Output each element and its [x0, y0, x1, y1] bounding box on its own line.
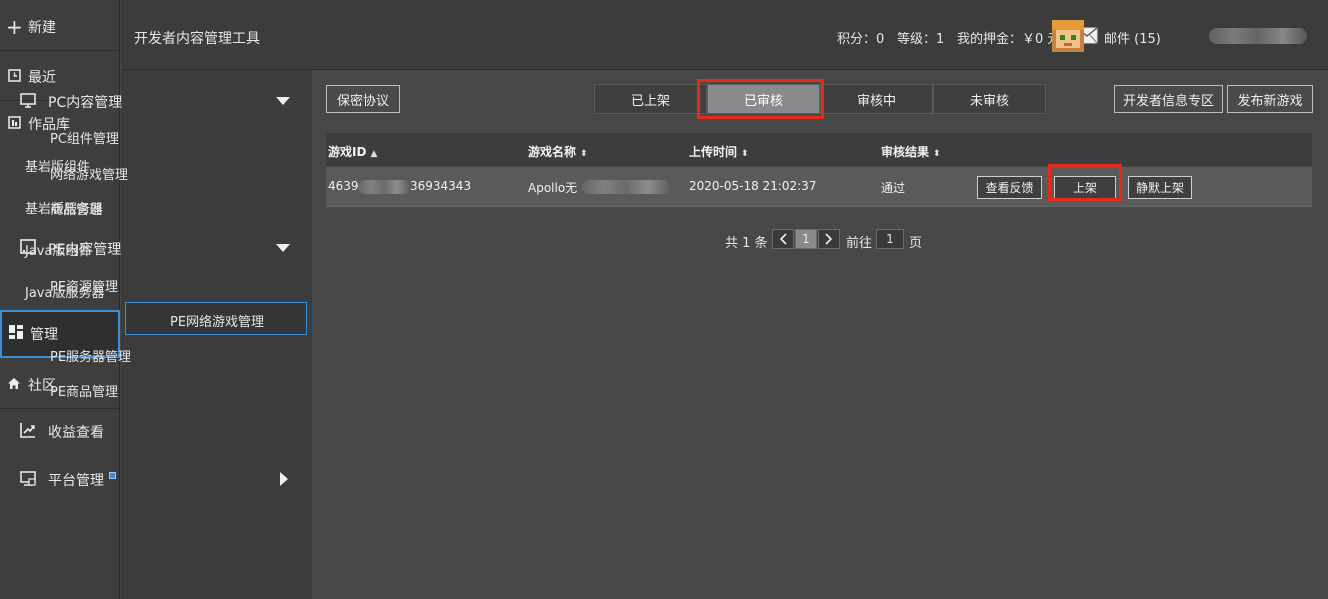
rail-new[interactable]: + 新建 [0, 14, 120, 40]
sort-icon: ⬍ [933, 149, 941, 159]
nav-platform-label: 平台管理 [48, 473, 104, 489]
sort-asc-icon: ▲ [370, 149, 378, 159]
tab-approved[interactable]: 已审核 [707, 84, 820, 114]
rail-recent-label: 最近 [28, 70, 56, 86]
nav-group-pe[interactable]: PE内容管理 [20, 239, 121, 259]
page-number-current[interactable]: 1 [795, 229, 817, 249]
cell-upload-time: 2020-05-18 21:02:37 [689, 179, 817, 193]
deposit-label: 我的押金：￥0 元 [957, 32, 1061, 47]
chevron-right-icon[interactable] [280, 472, 288, 486]
cell-game-name: Apollo无 [528, 181, 578, 195]
divider [0, 408, 120, 409]
list-button[interactable]: 上架 [1054, 176, 1116, 199]
nav-platform[interactable]: 平台管理 [20, 470, 116, 490]
chevron-left-icon [779, 233, 787, 245]
cell-review-result: 通过 [881, 181, 906, 195]
nav-pc-component[interactable]: PC组件管理 [50, 128, 119, 147]
points-label: 积分：0 [837, 32, 885, 47]
chevron-down-icon[interactable] [276, 244, 290, 252]
col-upload-time[interactable]: 上传时间 ⬍ [689, 143, 749, 160]
sort-icon: ⬍ [741, 149, 749, 159]
app-title: 开发者内容管理工具 [134, 31, 260, 47]
chevron-right-icon [825, 233, 833, 245]
nav-group-pe-label: PE内容管理 [48, 242, 122, 258]
goto-label: 前往 [846, 236, 873, 251]
rail-new-label: 新建 [28, 20, 56, 36]
dashboard-icon [8, 325, 24, 343]
sort-icon: ⬍ [580, 149, 588, 159]
nav-group-pc[interactable]: PC内容管理 [20, 92, 122, 112]
nav-pe-resource[interactable]: PE资源管理 [50, 276, 118, 295]
cell-game-id-prefix: 4639 [328, 179, 359, 193]
col-review-result[interactable]: 审核结果 ⬍ [881, 143, 941, 160]
nav-pe-goods[interactable]: PE商品管理 [50, 381, 118, 400]
clock-icon [6, 68, 22, 86]
level-label: 等级：1 [897, 32, 945, 47]
col-game-id[interactable]: 游戏ID ▲ [328, 143, 377, 160]
col-game-name[interactable]: 游戏名称 ⬍ [528, 143, 588, 160]
next-page-button[interactable] [818, 229, 840, 249]
developer-info-button[interactable]: 开发者信息专区 [1114, 85, 1223, 113]
monitor-icon [20, 92, 38, 112]
library-icon [6, 115, 22, 133]
goto-page-input[interactable]: 1 [876, 229, 904, 249]
username-blurred [1209, 28, 1307, 44]
divider [0, 50, 120, 51]
nav-pe-server[interactable]: PE服务器管理 [50, 346, 131, 365]
chevron-down-icon[interactable] [276, 97, 290, 105]
home-icon [6, 377, 22, 394]
goto-suffix: 页 [909, 236, 923, 251]
tablet-icon [20, 239, 38, 259]
silent-list-button[interactable]: 静默上架 [1128, 176, 1192, 199]
prev-page-button[interactable] [772, 229, 794, 249]
nav-revenue[interactable]: 收益查看 [20, 422, 104, 442]
rail-manage-label: 管理 [30, 327, 58, 343]
nav-pc-online-game[interactable]: 网络游戏管理 [50, 164, 128, 183]
tab-reviewing[interactable]: 审核中 [820, 84, 933, 114]
nav-revenue-label: 收益查看 [48, 425, 104, 441]
cell-game-id-suffix: 36934343 [410, 179, 472, 193]
publish-game-button[interactable]: 发布新游戏 [1227, 85, 1313, 113]
tab-listed[interactable]: 已上架 [594, 84, 707, 114]
game-id-blurred [358, 180, 410, 194]
new-badge-icon [109, 471, 116, 479]
total-count: 共 1 条 [725, 236, 768, 251]
game-name-blurred [582, 180, 670, 194]
nav-group-pc-label: PC内容管理 [48, 95, 123, 111]
rail-recent[interactable]: 最近 [0, 64, 120, 90]
table-header: 游戏ID ▲ 游戏名称 ⬍ 上传时间 ⬍ 审核结果 ⬍ [326, 133, 1312, 166]
mail-link[interactable]: 邮件 (15) [1104, 28, 1161, 47]
nav-pc-goods[interactable]: 商品管理 [50, 199, 102, 218]
plus-icon: + [6, 15, 23, 39]
table-row: 4639 36934343 Apollo无 2020-05-18 21:02:3… [326, 167, 1312, 207]
chart-icon [20, 422, 38, 442]
nav-pe-online-game[interactable]: PE网络游戏管理 [170, 311, 264, 330]
nda-button[interactable]: 保密协议 [326, 85, 400, 113]
platform-icon [20, 470, 38, 490]
view-feedback-button[interactable]: 查看反馈 [977, 176, 1042, 199]
avatar[interactable] [1052, 20, 1084, 52]
tab-unreviewed[interactable]: 未审核 [933, 84, 1046, 114]
left-rail: + 新建 最近 作品库 基岩版组件 基岩版服务器 Java版组件 Java版服务… [0, 0, 120, 599]
